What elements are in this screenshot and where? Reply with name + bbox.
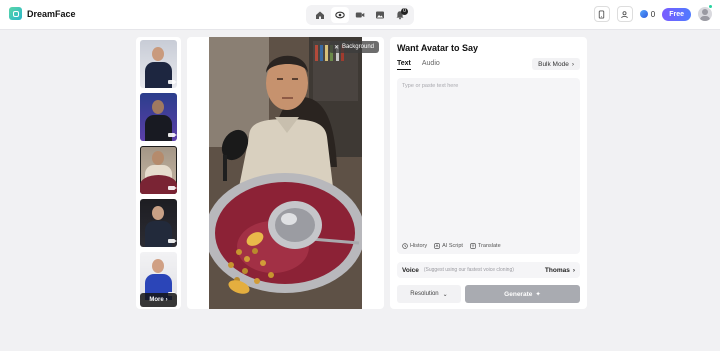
online-status-dot bbox=[708, 4, 713, 9]
top-bar: DreamFace 0 0 Free bbox=[0, 0, 720, 30]
more-avatars-button[interactable]: More › bbox=[140, 293, 177, 307]
selected-voice-name: Thomas bbox=[544, 266, 570, 274]
bulk-mode-button[interactable]: Bulk Mode › bbox=[532, 58, 580, 70]
profile-card-button[interactable] bbox=[616, 6, 633, 22]
preview-panel: ✕ Background bbox=[187, 37, 384, 309]
script-tools: History AI Script Translate bbox=[402, 243, 501, 249]
notification-badge: 0 bbox=[401, 8, 408, 15]
script-placeholder: Type or paste text here bbox=[402, 83, 459, 89]
script-editor-panel: Want Avatar to Say Text Audio Bulk Mode … bbox=[390, 37, 587, 309]
avatar-thumbnail-list: More › bbox=[136, 37, 181, 309]
generate-button[interactable]: Generate ✦ bbox=[465, 285, 580, 303]
ai-script-icon bbox=[434, 243, 440, 249]
voice-hint: (Suggest using our fastest voice cloning… bbox=[423, 267, 514, 273]
nav-image[interactable] bbox=[371, 7, 389, 23]
ai-script-button[interactable]: AI Script bbox=[434, 243, 463, 249]
chevron-down-icon: ⌄ bbox=[442, 291, 448, 298]
tab-audio[interactable]: Audio bbox=[422, 60, 440, 70]
credits-value: 0 bbox=[650, 9, 656, 19]
avatar-thumbnail[interactable] bbox=[140, 93, 177, 141]
app-name: DreamFace bbox=[27, 8, 76, 19]
home-icon bbox=[316, 11, 324, 19]
resolution-label: Resolution bbox=[410, 291, 439, 297]
resolution-dropdown[interactable]: Resolution ⌄ bbox=[397, 285, 461, 303]
avatar-thumbnail-selected[interactable] bbox=[140, 146, 177, 194]
history-label: History bbox=[410, 243, 428, 249]
ai-script-label: AI Script bbox=[442, 243, 463, 249]
phone-icon bbox=[599, 9, 605, 19]
selected-voice: Thomas › bbox=[545, 267, 575, 274]
video-camera-icon bbox=[168, 186, 177, 190]
avatar-thumbnail[interactable] bbox=[140, 199, 177, 247]
generate-controls: Resolution ⌄ Generate ✦ bbox=[397, 285, 580, 303]
chevron-right-icon: › bbox=[571, 60, 574, 68]
translate-label: Translate bbox=[477, 243, 501, 249]
header-tools: 0 Free bbox=[593, 6, 712, 22]
tab-text[interactable]: Text bbox=[397, 60, 411, 70]
main-nav: 0 bbox=[306, 5, 414, 25]
nav-notifications[interactable]: 0 bbox=[391, 7, 409, 23]
plan-button[interactable]: Free bbox=[662, 7, 691, 21]
user-avatar-icon[interactable] bbox=[698, 7, 712, 21]
avatar-thumbnail[interactable] bbox=[140, 40, 177, 88]
close-icon: ✕ bbox=[333, 44, 339, 51]
user-id-icon bbox=[621, 10, 629, 18]
history-icon bbox=[402, 243, 408, 249]
input-mode-tabs: Text Audio bbox=[397, 60, 440, 70]
dreamface-logo-icon bbox=[9, 7, 22, 20]
video-camera-icon bbox=[355, 12, 365, 18]
more-label: More bbox=[149, 297, 164, 303]
generate-label: Generate bbox=[504, 290, 533, 298]
translate-button[interactable]: Translate bbox=[470, 243, 501, 249]
nav-avatar[interactable] bbox=[331, 7, 349, 23]
video-camera-icon bbox=[168, 133, 177, 137]
voice-label: Voice bbox=[402, 266, 419, 274]
mobile-app-button[interactable] bbox=[593, 6, 610, 22]
chevron-right-icon: › bbox=[165, 297, 168, 303]
bulk-mode-label: Bulk Mode bbox=[538, 60, 569, 68]
script-textarea[interactable]: Type or paste text here History AI Scrip… bbox=[397, 78, 580, 254]
credits-display[interactable]: 0 bbox=[639, 9, 656, 19]
avatar-preview-image bbox=[209, 37, 362, 309]
nav-home[interactable] bbox=[311, 7, 329, 23]
sparkle-icon: ✦ bbox=[535, 291, 541, 298]
app-logo[interactable]: DreamFace bbox=[9, 7, 76, 20]
voice-selector[interactable]: Voice (Suggest using our fastest voice c… bbox=[397, 262, 580, 278]
chevron-right-icon: › bbox=[572, 266, 575, 274]
history-button[interactable]: History bbox=[402, 243, 427, 249]
nav-video[interactable] bbox=[351, 7, 369, 23]
eye-icon bbox=[335, 11, 345, 19]
panel-title: Want Avatar to Say bbox=[397, 43, 479, 53]
video-camera-icon bbox=[168, 80, 177, 84]
image-icon bbox=[376, 11, 384, 19]
avatar-video-preview[interactable] bbox=[209, 37, 362, 309]
video-camera-icon bbox=[168, 239, 177, 243]
translate-icon bbox=[470, 243, 476, 249]
background-button[interactable]: ✕ Background bbox=[328, 41, 379, 53]
background-label: Background bbox=[341, 44, 374, 50]
coin-icon bbox=[639, 10, 648, 18]
